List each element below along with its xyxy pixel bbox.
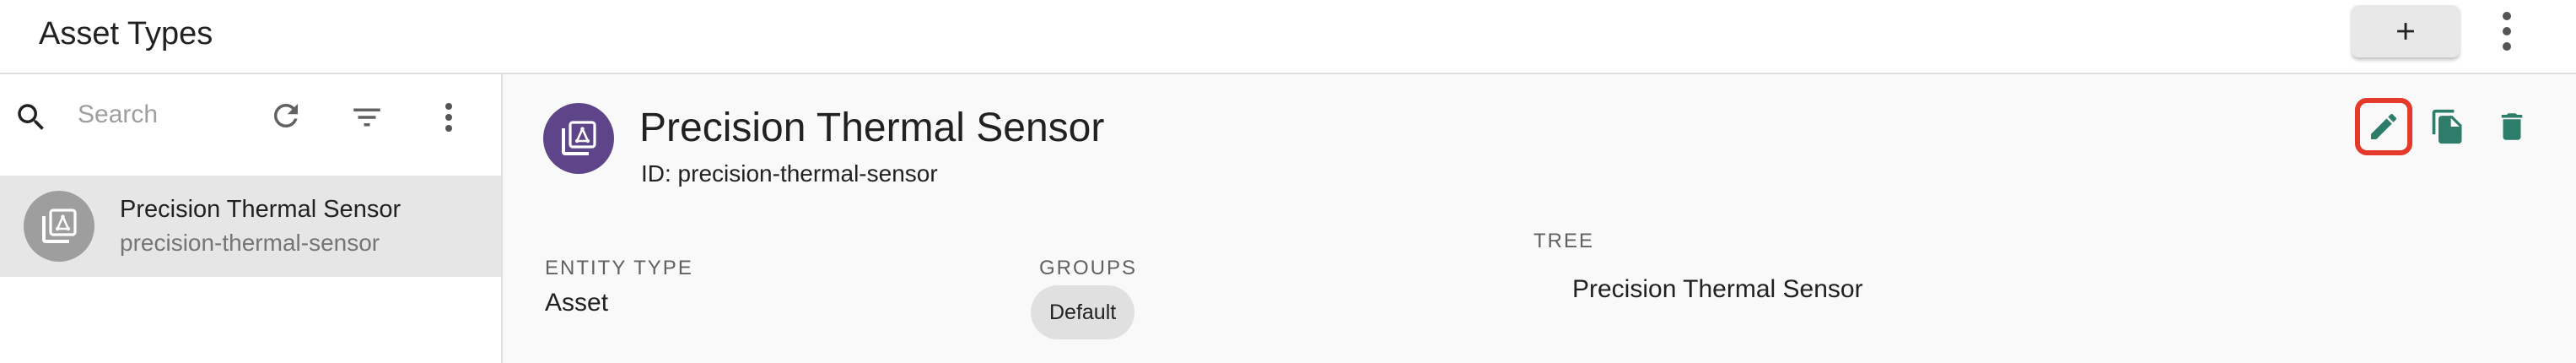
top-app-bar: Asset Types (0, 0, 2576, 74)
delete-icon (2501, 113, 2523, 140)
more-vert-icon[interactable] (2498, 12, 2515, 51)
search-input[interactable] (78, 96, 246, 133)
copy-icon (2432, 109, 2462, 144)
asset-image-icon (562, 121, 596, 155)
sidebar: Precision Thermal Sensor precision-therm… (0, 74, 503, 363)
tree-value: Precision Thermal Sensor (1572, 275, 1863, 303)
sidebar-more-icon[interactable] (440, 103, 457, 132)
list-item-subtitle: precision-thermal-sensor (120, 230, 380, 256)
copy-button[interactable] (2419, 98, 2476, 155)
edit-button[interactable] (2355, 98, 2412, 155)
page-title: Asset Types (39, 16, 213, 51)
list-item-title: Precision Thermal Sensor (120, 196, 401, 223)
entity-type-value: Asset (545, 289, 609, 317)
asset-type-icon (24, 191, 94, 262)
list-item[interactable]: Precision Thermal Sensor precision-therm… (0, 176, 501, 277)
add-button[interactable] (2352, 5, 2460, 57)
tree-label: TREE (1533, 230, 1595, 252)
asset-image-icon (42, 209, 77, 243)
refresh-icon[interactable] (268, 98, 304, 133)
detail-panel: Precision Thermal Sensor ID: precision-t… (504, 74, 2576, 363)
entity-id: ID: precision-thermal-sensor (641, 160, 938, 187)
search-icon (18, 104, 44, 130)
group-chip[interactable]: Default (1031, 285, 1135, 339)
plus-icon (2397, 23, 2414, 40)
entity-type-label: ENTITY TYPE (545, 257, 693, 279)
entity-title: Precision Thermal Sensor (639, 106, 1105, 150)
edit-icon (2371, 113, 2397, 139)
entity-avatar (543, 103, 614, 174)
delete-button[interactable] (2483, 98, 2541, 155)
groups-label: GROUPS (1039, 257, 1138, 279)
filter-icon[interactable] (349, 100, 385, 135)
